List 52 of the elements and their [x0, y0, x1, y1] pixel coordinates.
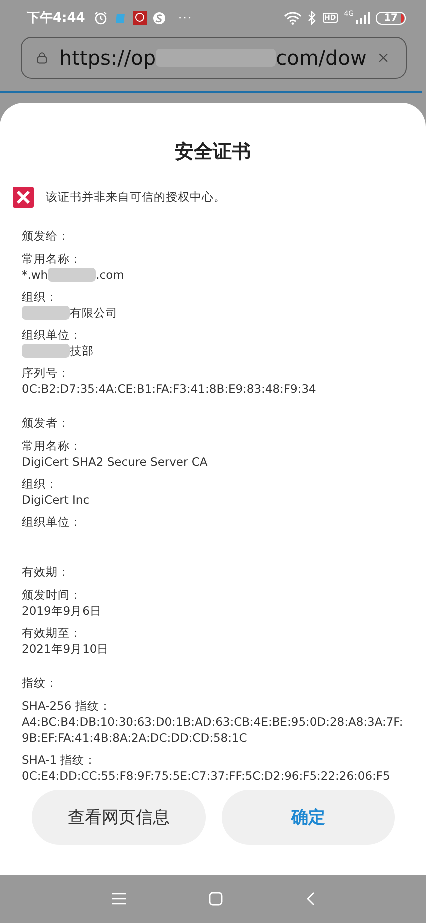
confirm-button[interactable]: 确定	[222, 790, 395, 845]
field-label: SHA-256 指纹：	[22, 698, 112, 714]
url-text: https://op	[59, 46, 156, 70]
battery-icon: 17	[376, 12, 406, 24]
blurred-region	[22, 306, 70, 320]
address-bar[interactable]: https://op com/dow	[21, 37, 407, 79]
signal-icon	[356, 12, 370, 24]
field-value: .com	[96, 267, 124, 283]
field-label: 常用名称：	[22, 438, 83, 454]
view-page-info-button[interactable]: 查看网页信息	[32, 790, 206, 845]
home-icon[interactable]	[208, 892, 222, 906]
app-icon	[114, 12, 128, 24]
app-icon	[133, 11, 148, 25]
field-value: A4:BC:B4:DB:10:30:63:D0:1B:AD:63:CB:4E:BE:95:0D:28:A8:3A:7F:	[22, 714, 404, 730]
section-heading: 有效期：	[22, 564, 71, 580]
field-label: 颁发时间：	[22, 587, 83, 603]
section-heading: 颁发者：	[22, 415, 71, 431]
field-value: *.wh	[22, 267, 48, 283]
warning-text: 该证书并非来自可信的授权中心。	[46, 190, 226, 205]
field-value: 9B:EF:FA:41:4B:8A:2A:DC:DD:CD:58:1C	[22, 730, 248, 746]
section-heading: 颁发给：	[22, 228, 71, 244]
field-value: 技部	[70, 343, 94, 359]
field-label: SHA-1 指纹：	[22, 752, 98, 768]
back-icon[interactable]	[306, 892, 314, 906]
field-label: 组织单位：	[22, 514, 83, 530]
close-icon[interactable]	[378, 51, 388, 65]
field-value: 0C:E4:DD:CC:55:F8:9F:75:5E:C7:37:FF:5C:D2:96:F5:22:26:06:F5	[22, 768, 390, 784]
more-notifications-text: ···	[178, 11, 193, 25]
app-icon	[153, 12, 166, 24]
field-label: 有效期至：	[22, 625, 83, 641]
field-value: 0C:B2:D7:35:4A:CE:B1:FA:F3:41:8B:E9:83:48:F9:34	[22, 381, 316, 397]
status-time: 下午4:44	[27, 10, 86, 27]
wifi-icon	[284, 12, 302, 24]
field-value: DigiCert Inc	[22, 492, 90, 508]
bluetooth-icon	[308, 11, 317, 25]
field-label: 组织：	[22, 476, 59, 492]
error-x-icon	[13, 187, 34, 208]
field-value: DigiCert SHA2 Secure Server CA	[22, 454, 208, 470]
field-label: 常用名称：	[22, 251, 83, 267]
field-value: 有限公司	[70, 305, 118, 321]
menu-icon[interactable]	[112, 893, 126, 905]
field-label: 序列号：	[22, 365, 71, 381]
url-text: com/dow	[276, 46, 367, 70]
field-label: 组织：	[22, 289, 59, 305]
alarm-clock-icon	[94, 11, 108, 25]
dialog-title: 安全证书	[174, 140, 252, 165]
section-heading: 指纹：	[22, 675, 59, 691]
field-value: 2021年9月10日	[22, 641, 110, 657]
blurred-region	[22, 344, 70, 358]
field-value: 2019年9月6日	[22, 603, 102, 619]
blurred-region	[48, 268, 96, 282]
field-label: 组织单位：	[22, 327, 83, 343]
